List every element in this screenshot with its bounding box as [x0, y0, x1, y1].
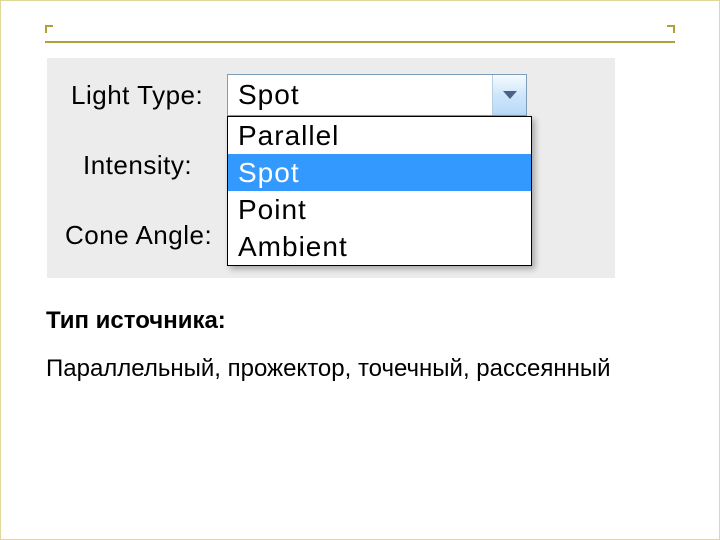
dropdown-option[interactable]: Point [228, 191, 531, 228]
light-type-label: Light Type: [71, 80, 203, 111]
accent-divider [45, 41, 675, 43]
caption-description: Параллельный, прожектор, точечный, рассе… [46, 353, 674, 385]
intensity-label: Intensity: [83, 150, 192, 181]
caption-heading: Тип источника: [46, 307, 674, 335]
dropdown-option[interactable]: Spot [228, 154, 531, 191]
light-type-dropdown-list[interactable]: Parallel Spot Point Ambient [227, 116, 532, 266]
cone-angle-label: Cone Angle: [65, 220, 212, 251]
dropdown-option[interactable]: Parallel [228, 117, 531, 154]
light-type-dropdown-button[interactable] [492, 75, 526, 115]
chevron-down-icon [503, 91, 517, 99]
light-type-value: Spot [228, 75, 492, 115]
dropdown-option[interactable]: Ambient [228, 228, 531, 265]
light-type-combo[interactable]: Spot [227, 74, 527, 116]
light-settings-panel: Light Type: Intensity: Cone Angle: Spot … [46, 57, 616, 279]
